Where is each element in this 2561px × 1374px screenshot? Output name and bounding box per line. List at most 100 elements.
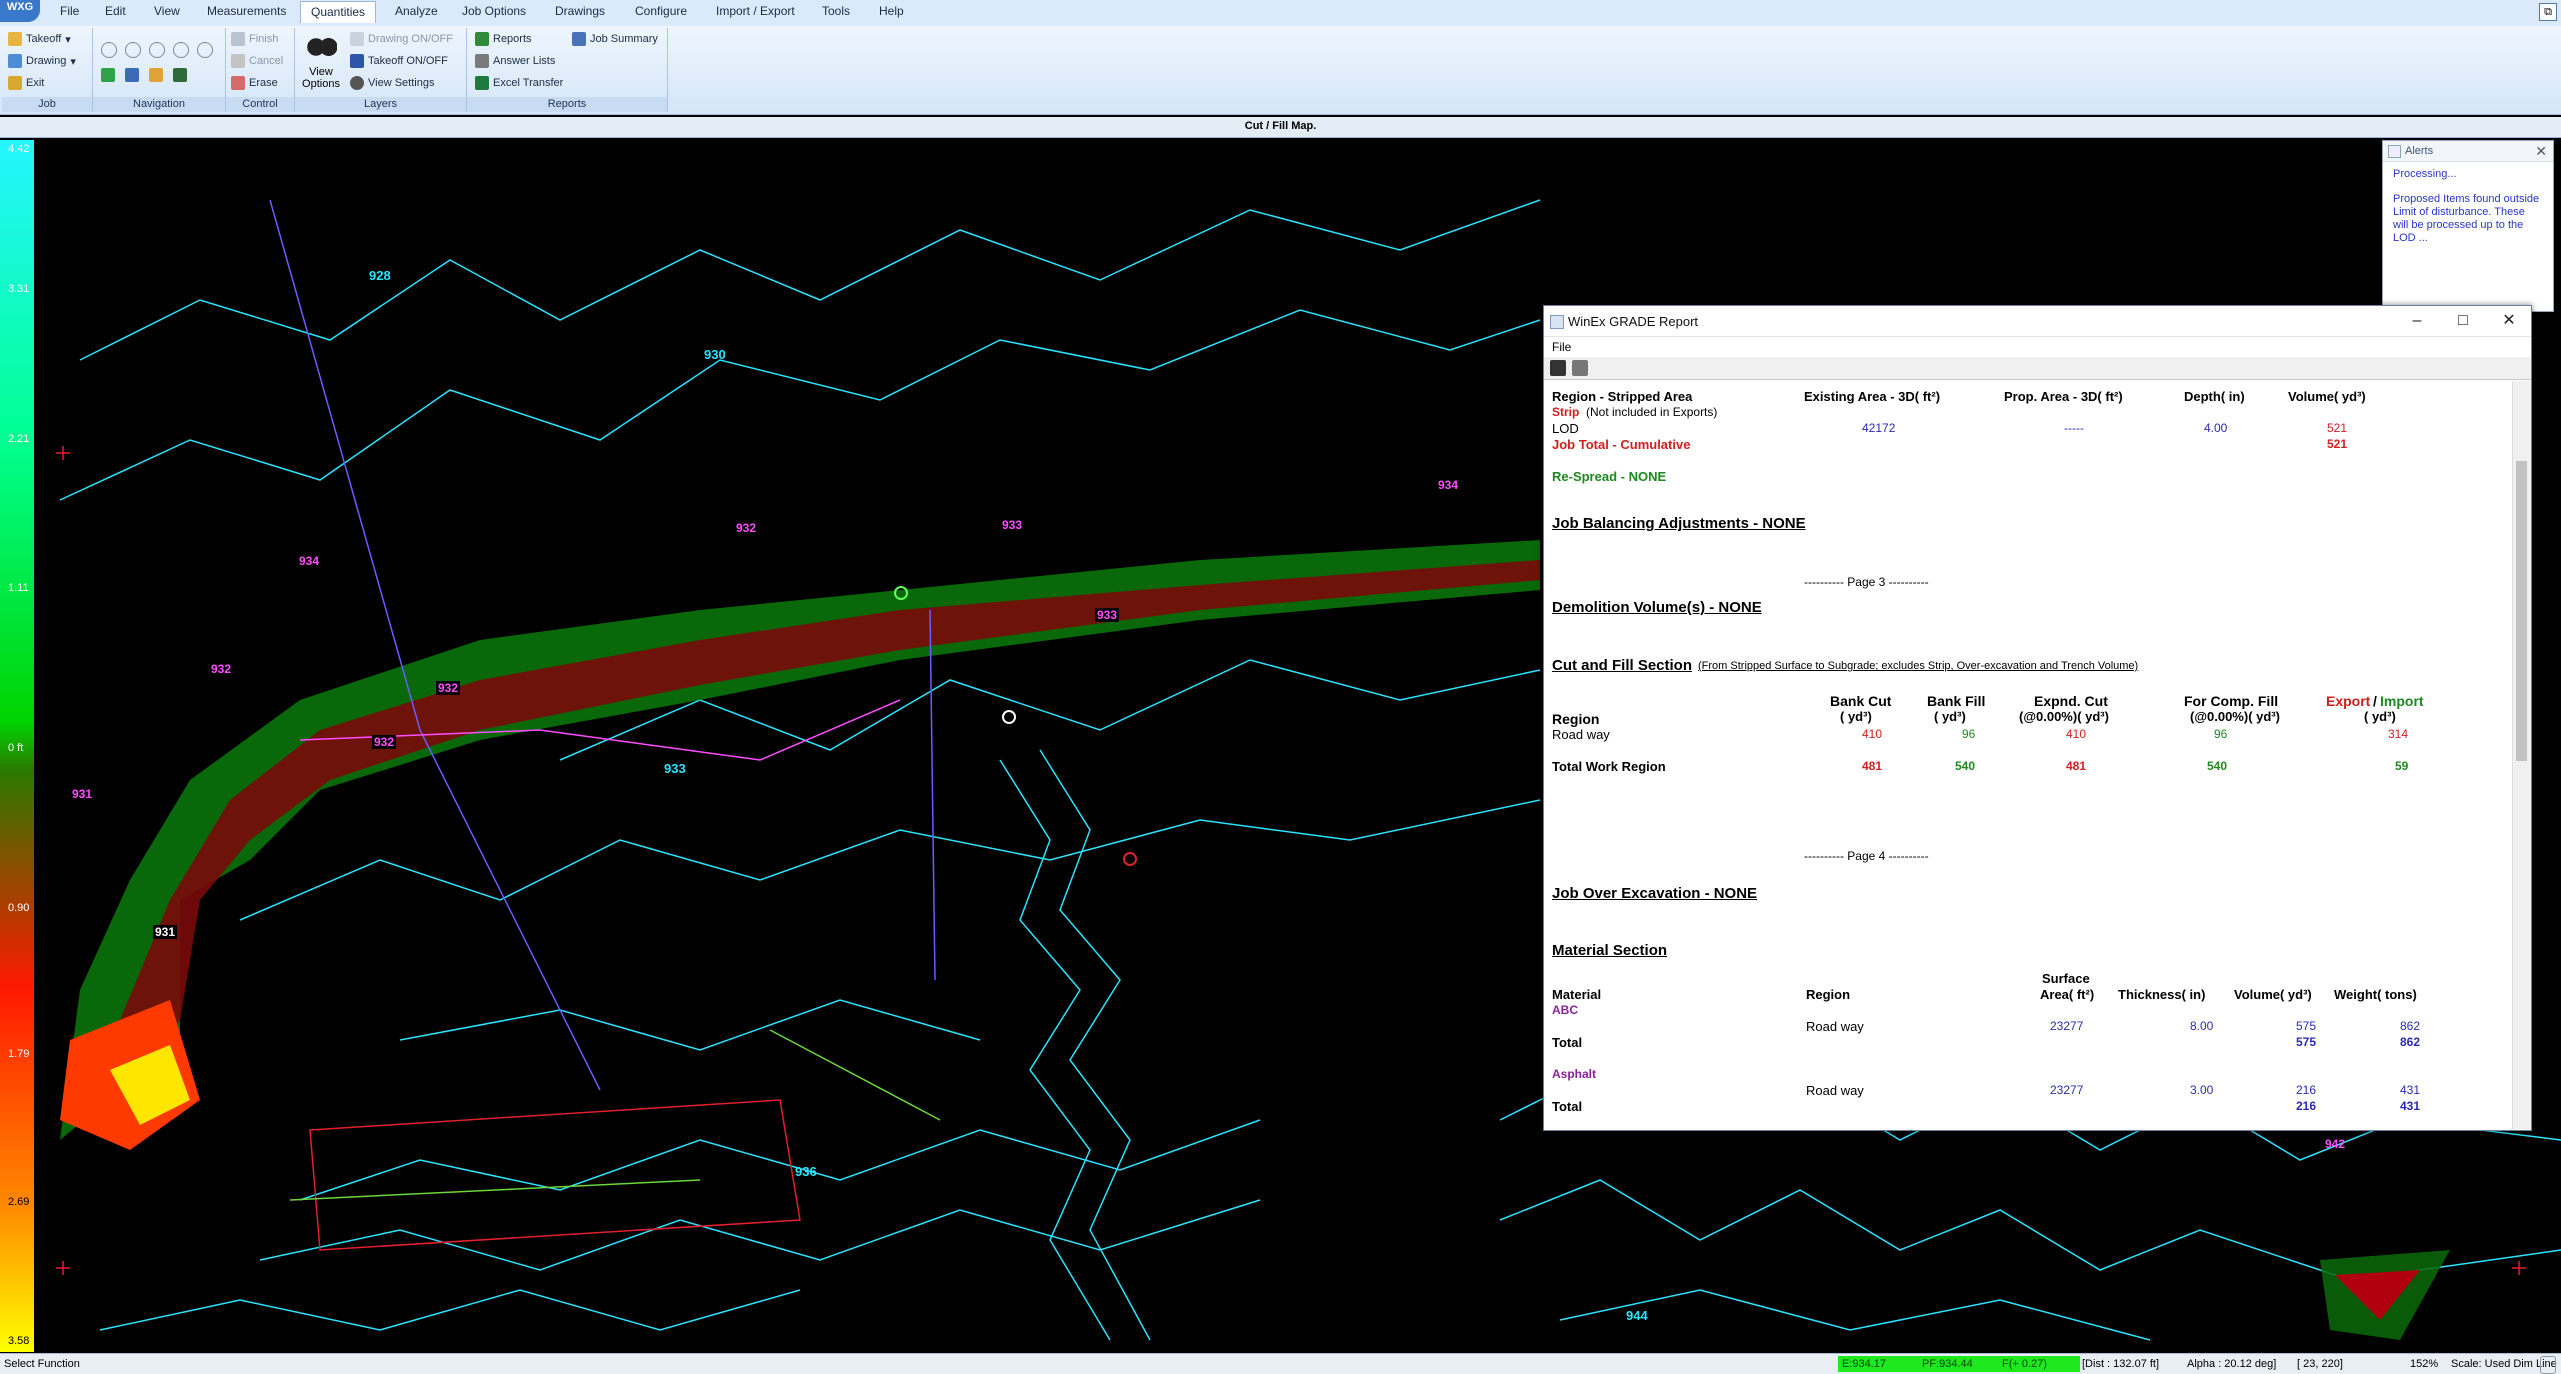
cut-area xyxy=(120,560,1540,1100)
col-header: Volume( yd³) xyxy=(2288,389,2366,404)
menu-edit[interactable]: Edit xyxy=(105,4,126,18)
view-options-button[interactable]: View Options xyxy=(299,66,343,90)
status-fill-depth: F(+ 0.27) xyxy=(1998,1356,2080,1372)
view-settings-button[interactable]: View Settings xyxy=(350,76,434,90)
cell: 314 xyxy=(2388,727,2409,741)
scroll-thumb[interactable] xyxy=(2516,461,2527,761)
excel-icon xyxy=(475,76,489,90)
cell: 431 xyxy=(2400,1083,2421,1097)
cell: 410 xyxy=(2066,727,2087,741)
col-header: ( yd³) xyxy=(1934,709,1966,724)
legend-label: 4.42 xyxy=(8,143,30,155)
report-titlebar: WinEx GRADE Report – □ ✕ xyxy=(1544,306,2531,337)
cell: 23277 xyxy=(2050,1083,2084,1097)
menu-help[interactable]: Help xyxy=(879,4,904,18)
alert-processing: Processing... xyxy=(2393,168,2457,180)
report-menu: File xyxy=(1544,337,2531,357)
menu-import-export[interactable]: Import / Export xyxy=(716,4,795,18)
legend-label: 0 ft xyxy=(8,742,24,754)
section-balancing: Job Balancing Adjustments - NONE xyxy=(1552,515,1806,532)
restore-icon[interactable]: ⧉ xyxy=(2539,3,2557,21)
menu-configure[interactable]: Configure xyxy=(635,4,687,18)
report-icon xyxy=(475,32,489,46)
col-header: Prop. Area - 3D( ft²) xyxy=(2004,389,2123,404)
answer-lists-button[interactable]: Answer Lists xyxy=(475,54,555,68)
window-icon xyxy=(1550,315,1564,329)
finish-button[interactable]: Finish xyxy=(231,32,278,46)
job-summary-button[interactable]: Job Summary xyxy=(572,32,658,46)
map-icon[interactable] xyxy=(173,68,187,82)
fit-icon[interactable] xyxy=(125,68,139,82)
strip-label: Strip xyxy=(1552,405,1580,419)
legend-label: 3.58 xyxy=(8,1335,30,1347)
check-icon xyxy=(231,32,245,46)
menu-drawings[interactable]: Drawings xyxy=(555,4,605,18)
ribbon: Takeoff ▾ Drawing ▾ Exit Job Navigation … xyxy=(0,26,2561,115)
save-icon[interactable] xyxy=(1550,360,1566,376)
alerts-header: Alerts ✕ xyxy=(2383,141,2553,162)
section-material: Material Section xyxy=(1552,942,1668,959)
close-icon[interactable]: ✕ xyxy=(2487,308,2531,334)
binoculars-icon[interactable] xyxy=(307,34,337,60)
minimize-icon[interactable]: – xyxy=(2395,308,2439,334)
cancel-button[interactable]: Cancel xyxy=(231,54,283,68)
exit-button[interactable]: Exit xyxy=(8,76,44,90)
gear-icon xyxy=(350,76,364,90)
cell: 23277 xyxy=(2050,1019,2084,1033)
contour-label: 930 xyxy=(704,347,726,362)
drawing-onoff-button[interactable]: Drawing ON/OFF xyxy=(350,32,453,46)
menu-measurements[interactable]: Measurements xyxy=(207,4,286,18)
cell: 431 xyxy=(2400,1099,2421,1113)
maximize-icon[interactable]: □ xyxy=(2441,308,2485,334)
proposed-label: 934 xyxy=(297,554,322,568)
drawing-layer-icon xyxy=(350,32,364,46)
legend-label: 0.90 xyxy=(8,902,30,914)
menu-quantities[interactable]: Quantities xyxy=(300,1,377,23)
menu-analyze[interactable]: Analyze xyxy=(395,4,438,18)
cell: 862 xyxy=(2400,1019,2421,1033)
zoom-out-icon[interactable] xyxy=(125,42,141,58)
status-lock-icon[interactable] xyxy=(2540,1356,2556,1374)
cell: 59 xyxy=(2395,759,2409,773)
excel-transfer-button[interactable]: Excel Transfer xyxy=(475,76,563,90)
menu-job-options[interactable]: Job Options xyxy=(462,4,526,18)
document-title[interactable]: Cut / Fill Map. xyxy=(0,120,2561,132)
zoom-extents-icon[interactable] xyxy=(197,42,213,58)
menu-view[interactable]: View xyxy=(154,4,180,18)
app-logo[interactable]: WXG xyxy=(0,0,40,22)
report-menu-file[interactable]: File xyxy=(1552,340,1571,354)
status-bar: Select Function E:934.17 PF:934.44 F(+ 0… xyxy=(0,1353,2561,1374)
zoom-previous-icon[interactable] xyxy=(173,42,189,58)
print-icon[interactable] xyxy=(1572,360,1588,376)
refresh-icon[interactable] xyxy=(101,68,115,82)
col-header: Weight( tons) xyxy=(2334,987,2417,1002)
takeoff-onoff-button[interactable]: Takeoff ON/OFF xyxy=(350,54,448,68)
group-control: Finish Cancel Erase Control xyxy=(226,28,295,112)
col-header: Material xyxy=(1552,987,1602,1002)
zoom-in-icon[interactable] xyxy=(101,42,117,58)
reports-button[interactable]: Reports xyxy=(475,32,532,46)
erase-button[interactable]: Erase xyxy=(231,76,278,90)
takeoff-icon xyxy=(8,32,22,46)
list-icon xyxy=(475,54,489,68)
drawing-button[interactable]: Drawing ▾ xyxy=(8,54,76,68)
status-zoom: 152% xyxy=(2410,1358,2439,1370)
col-header: ( yd³) xyxy=(1840,709,1872,724)
proposed-label: 934 xyxy=(1436,478,1461,492)
contour-label: 936 xyxy=(795,1164,817,1179)
legend-label: 1.79 xyxy=(8,1048,30,1060)
takeoff-button[interactable]: Takeoff ▾ xyxy=(8,32,71,46)
col-header: Volume( yd³) xyxy=(2234,987,2312,1002)
menu-file[interactable]: File xyxy=(60,4,79,18)
close-icon[interactable]: ✕ xyxy=(2535,141,2547,161)
report-title: WinEx GRADE Report xyxy=(1568,314,1699,329)
zoom-window-icon[interactable] xyxy=(149,42,165,58)
eraser-icon xyxy=(231,76,245,90)
total-label: Total xyxy=(1552,1035,1583,1050)
group-job: Takeoff ▾ Drawing ▾ Exit Job xyxy=(2,28,93,112)
cut-fill-legend: 4.42 3.31 2.21 1.11 0 ft 0.90 1.79 2.69 … xyxy=(0,140,34,1352)
menu-tools[interactable]: Tools xyxy=(822,4,850,18)
pan-hand-icon[interactable] xyxy=(149,68,163,82)
report-scrollbar[interactable] xyxy=(2512,381,2531,1129)
table-row-region: Road way xyxy=(1552,727,1610,742)
